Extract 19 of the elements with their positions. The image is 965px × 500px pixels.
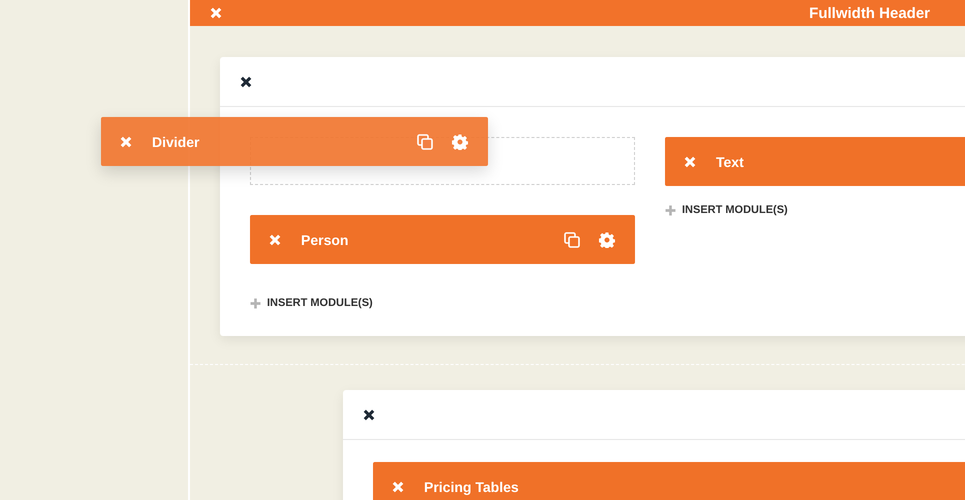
copy-icon[interactable] (417, 134, 433, 150)
plus-icon (250, 298, 261, 308)
settings-icon[interactable] (599, 232, 615, 248)
module-label: Person (301, 232, 348, 248)
module-bar[interactable]: Pricing Tables (373, 462, 965, 500)
copy-icon[interactable] (564, 232, 580, 248)
module-label: Text (716, 154, 744, 170)
module-label: Divider (152, 134, 200, 150)
close-icon[interactable] (240, 76, 252, 88)
insert-module-link[interactable]: INSERT MODULE(S) (250, 297, 635, 309)
module-bar[interactable]: Text (665, 137, 965, 186)
module-bar[interactable]: Person (250, 215, 635, 264)
insert-module-link[interactable]: INSERT MODULE(S) (665, 204, 965, 216)
close-icon[interactable] (363, 408, 375, 420)
settings-icon[interactable] (452, 134, 468, 150)
dragged-module[interactable]: Divider (101, 117, 488, 166)
header-title: Fullwidth Header (809, 4, 930, 22)
plus-icon (665, 204, 676, 216)
module-label: Pricing Tables (424, 478, 519, 494)
